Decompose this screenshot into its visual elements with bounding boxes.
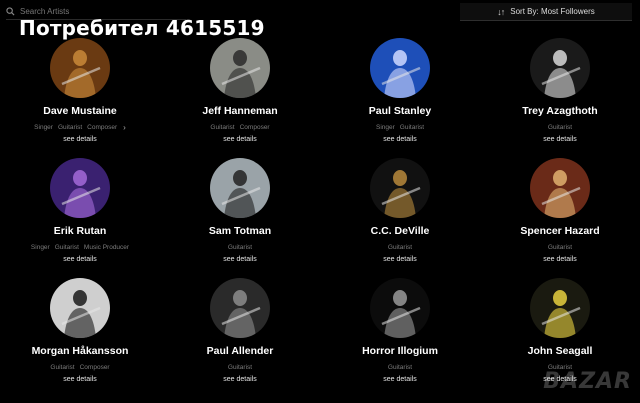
artist-tag: Guitarist xyxy=(210,124,235,131)
artist-name[interactable]: Paul Stanley xyxy=(369,105,431,117)
see-details-link[interactable]: see details xyxy=(63,256,96,263)
see-details-link[interactable]: see details xyxy=(383,376,416,383)
see-details-link[interactable]: see details xyxy=(383,136,416,143)
search-input[interactable] xyxy=(20,7,170,16)
artist-tag: Singer xyxy=(376,124,395,131)
artist-tag: Composer xyxy=(79,364,110,371)
artist-card[interactable]: Erik Rutan Singer Guitarist Music Producer s… xyxy=(0,156,160,276)
chevron-right-icon[interactable]: › xyxy=(123,123,126,132)
artist-avatar[interactable] xyxy=(530,158,590,218)
artist-tag: Music Producer xyxy=(83,244,130,251)
artist-avatar[interactable] xyxy=(210,278,270,338)
artist-name[interactable]: Erik Rutan xyxy=(54,225,107,237)
artist-tag: Singer xyxy=(30,244,50,251)
artist-tags: Guitarist xyxy=(388,363,412,372)
artist-tag: Guitarist xyxy=(547,244,573,251)
artist-tag: Composer xyxy=(239,124,270,131)
see-details-link[interactable]: see details xyxy=(543,136,576,143)
artist-card[interactable]: C.C. DeVille Guitarist see details xyxy=(320,156,480,276)
artist-tags: Guitarist xyxy=(548,243,572,252)
artist-name[interactable]: Dave Mustaine xyxy=(43,105,117,117)
artist-tag: Composer xyxy=(87,124,118,131)
artist-tag: Guitarist xyxy=(547,124,573,131)
artist-tags: Guitarist xyxy=(388,243,412,252)
artist-avatar[interactable] xyxy=(530,278,590,338)
artist-name[interactable]: Spencer Hazard xyxy=(520,225,599,237)
artist-avatar[interactable] xyxy=(210,38,270,98)
artist-card[interactable]: Horror Illogium Guitarist see details xyxy=(320,276,480,396)
sort-arrows-icon: ↓↑ xyxy=(497,6,505,17)
artist-tags: Singer Guitarist Music Producer xyxy=(31,243,129,252)
see-details-link[interactable]: see details xyxy=(63,136,96,143)
artist-tags: Guitarist xyxy=(548,123,572,132)
artist-avatar[interactable] xyxy=(50,158,110,218)
see-details-link[interactable]: see details xyxy=(543,256,576,263)
artist-card[interactable]: Trey Azagthoth Guitarist see details xyxy=(480,36,640,156)
artist-tags: Guitarist xyxy=(228,363,252,372)
artist-name[interactable]: John Seagall xyxy=(528,345,593,357)
artist-tag: Guitarist xyxy=(227,244,253,251)
artist-card[interactable]: Jeff Hanneman Guitarist Composer see detail… xyxy=(160,36,320,156)
artist-card[interactable]: Morgan Håkansson Guitarist Composer see det… xyxy=(0,276,160,396)
artist-name[interactable]: Paul Allender xyxy=(207,345,274,357)
artist-name[interactable]: Sam Totman xyxy=(209,225,271,237)
see-details-link[interactable]: see details xyxy=(223,136,256,143)
artist-tag: Guitarist xyxy=(54,244,79,251)
bazar-watermark-logo: BAZAR xyxy=(543,369,632,394)
artist-tags: Singer Guitarist xyxy=(376,123,424,132)
artist-grid: Dave Mustaine Singer Guitarist Composer › see… xyxy=(0,36,640,396)
artist-tags: Guitarist Composer xyxy=(50,363,109,372)
artist-name[interactable]: Morgan Håkansson xyxy=(32,345,129,357)
artist-name[interactable]: C.C. DeVille xyxy=(371,225,430,237)
search-icon[interactable] xyxy=(6,3,15,21)
artist-tag: Guitarist xyxy=(387,364,413,371)
artist-tags: Singer Guitarist Composer › xyxy=(34,123,126,132)
artist-avatar[interactable] xyxy=(210,158,270,218)
artist-avatar[interactable] xyxy=(370,38,430,98)
artist-avatar[interactable] xyxy=(50,278,110,338)
artist-name[interactable]: Trey Azagthoth xyxy=(522,105,597,117)
see-details-link[interactable]: see details xyxy=(383,256,416,263)
artist-avatar[interactable] xyxy=(370,158,430,218)
artist-tag: Guitarist xyxy=(387,244,413,251)
artist-card[interactable]: Paul Allender Guitarist see details xyxy=(160,276,320,396)
artist-tag: Singer xyxy=(34,124,53,131)
artist-tags: Guitarist Composer xyxy=(210,123,269,132)
see-details-link[interactable]: see details xyxy=(223,376,256,383)
artist-name[interactable]: Jeff Hanneman xyxy=(202,105,277,117)
sort-dropdown[interactable]: ↓↑ Sort By: Most Followers xyxy=(460,3,632,21)
artist-avatar[interactable] xyxy=(530,38,590,98)
sort-label: Sort By: Most Followers xyxy=(510,7,595,16)
artist-avatar[interactable] xyxy=(370,278,430,338)
see-details-link[interactable]: see details xyxy=(63,376,96,383)
artist-tags: Guitarist xyxy=(228,243,252,252)
artist-name[interactable]: Horror Illogium xyxy=(362,345,438,357)
artist-avatar[interactable] xyxy=(50,38,110,98)
artist-tag: Guitarist xyxy=(399,124,424,131)
artists-page: Потребител 4615519 ↓↑ Sort By: Most Foll… xyxy=(0,0,640,403)
artist-card[interactable]: Spencer Hazard Guitarist see details xyxy=(480,156,640,276)
artist-tag: Guitarist xyxy=(50,364,75,371)
artist-card[interactable]: Paul Stanley Singer Guitarist see details xyxy=(320,36,480,156)
artist-card[interactable]: Sam Totman Guitarist see details xyxy=(160,156,320,276)
see-details-link[interactable]: see details xyxy=(223,256,256,263)
artist-card[interactable]: Dave Mustaine Singer Guitarist Composer › see… xyxy=(0,36,160,156)
artist-tag: Guitarist xyxy=(57,124,83,131)
artist-tag: Guitarist xyxy=(227,364,253,371)
